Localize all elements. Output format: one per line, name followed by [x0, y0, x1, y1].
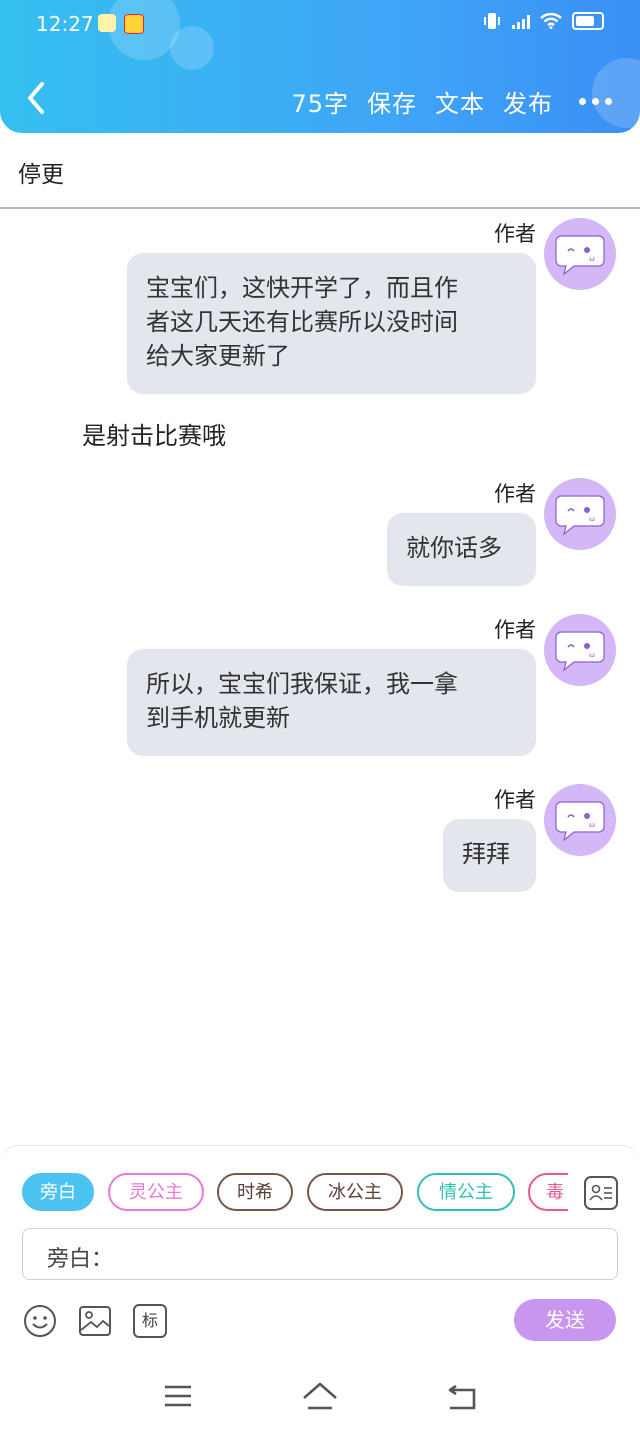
image-icon[interactable] [78, 1304, 112, 1338]
author-name: 作者 [494, 222, 536, 246]
role-chip[interactable]: 情公主 [417, 1173, 515, 1211]
narration-text[interactable]: 是射击比赛哦 [82, 416, 226, 451]
send-button[interactable]: 发送 [514, 1299, 616, 1341]
chat-bubble-icon: ω [555, 801, 605, 842]
message-line: 拜拜 [462, 840, 510, 868]
text-mode-button[interactable]: 文本 [435, 84, 485, 119]
role-chip-narrator[interactable]: 旁白 [22, 1173, 94, 1211]
avatar[interactable]: ω [544, 784, 616, 856]
top-app-bar: 12:27 75字 保存 文本 发布 [0, 0, 640, 133]
emoji-icon[interactable] [23, 1304, 57, 1338]
role-chip[interactable]: 毒 [528, 1173, 568, 1211]
message-bubble[interactable]: 就你话多 [387, 513, 536, 586]
avatar[interactable]: ω [544, 614, 616, 686]
svg-text:ω: ω [589, 515, 595, 523]
more-icon[interactable] [579, 98, 612, 105]
role-chip-list[interactable]: 旁白 灵公主 时希 冰公主 情公主 毒 [22, 1173, 568, 1215]
tag-icon[interactable]: 标 [133, 1304, 167, 1338]
author-name: 作者 [494, 788, 536, 812]
decor-bubble [170, 26, 214, 70]
back-icon[interactable] [442, 1378, 482, 1414]
back-arrow-icon[interactable] [20, 78, 52, 118]
wifi-icon [540, 13, 562, 29]
avatar[interactable]: ω [544, 218, 616, 290]
svg-text:ω: ω [589, 651, 595, 659]
message-line: 就你话多 [406, 534, 502, 562]
chat-bubble-icon: ω [555, 631, 605, 672]
home-icon[interactable] [300, 1378, 340, 1414]
decor-bubble [108, 0, 180, 60]
message-bubble[interactable]: 所以，宝宝们我保证，我一拿 到手机就更新 [127, 649, 536, 756]
chapter-title-row[interactable]: 停更 [0, 133, 640, 209]
message-line: 者这几天还有比赛所以没时间 [146, 308, 458, 336]
notification-app-icon [98, 14, 116, 32]
svg-text:ω: ω [589, 255, 595, 263]
role-chip[interactable]: 冰公主 [307, 1173, 403, 1211]
message-input[interactable]: 旁白： [22, 1228, 618, 1280]
battery-icon [572, 12, 604, 30]
signal-icon [512, 13, 530, 29]
header-actions: 75字 保存 文本 发布 [291, 84, 612, 119]
role-chip[interactable]: 灵公主 [108, 1173, 204, 1211]
word-count: 75字 [291, 90, 349, 118]
publish-button[interactable]: 发布 [503, 84, 553, 119]
save-button[interactable]: 保存 [367, 84, 417, 119]
message-bubble[interactable]: 拜拜 [443, 819, 536, 892]
svg-text:ω: ω [589, 821, 595, 829]
status-time: 12:27 [36, 12, 94, 36]
input-role-label: 旁白： [47, 1247, 114, 1272]
message-line: 给大家更新了 [146, 342, 290, 370]
vibrate-icon [484, 13, 500, 29]
menu-icon[interactable] [158, 1378, 198, 1414]
avatar[interactable]: ω [544, 478, 616, 550]
message-line: 到手机就更新 [146, 704, 290, 732]
role-manager-icon[interactable] [584, 1176, 618, 1210]
message-line: 宝宝们，这快开学了，而且作 [146, 274, 458, 302]
message-bubble[interactable]: 宝宝们，这快开学了，而且作 者这几天还有比赛所以没时间 给大家更新了 [127, 253, 536, 394]
status-icons [482, 12, 604, 30]
author-name: 作者 [494, 482, 536, 506]
notification-app-icon [124, 14, 144, 34]
chapter-title[interactable]: 停更 [18, 155, 64, 189]
role-chip[interactable]: 时希 [217, 1173, 293, 1211]
author-name: 作者 [494, 618, 536, 642]
message-line: 所以，宝宝们我保证，我一拿 [146, 670, 458, 698]
chat-bubble-icon: ω [555, 235, 605, 276]
tag-icon-text: 标 [141, 1311, 158, 1330]
chat-bubble-icon: ω [555, 495, 605, 536]
